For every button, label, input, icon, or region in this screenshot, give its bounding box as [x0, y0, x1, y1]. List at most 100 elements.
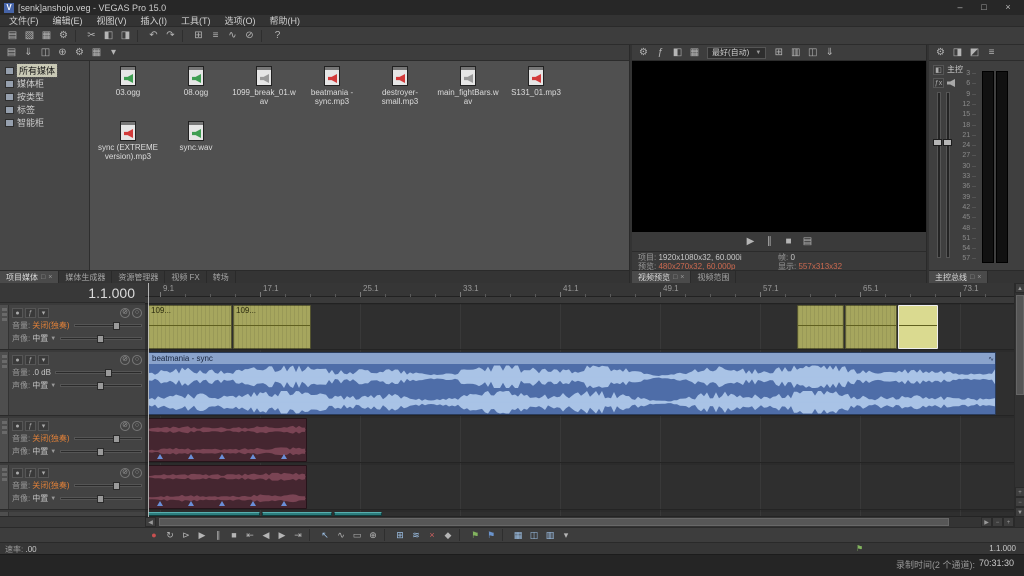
media-tab-1[interactable]: 项目媒体□× — [0, 271, 59, 283]
preview-menu-button[interactable]: ▤ — [799, 234, 816, 249]
trimmer-window-button[interactable]: ▥ — [542, 529, 558, 542]
envelope-point[interactable] — [188, 501, 194, 506]
timeline-event[interactable] — [262, 512, 332, 516]
volume-slider[interactable] — [74, 437, 142, 440]
preview-settings-button[interactable]: ⚙ — [635, 45, 652, 60]
track-solo-button[interactable]: ○ — [132, 308, 142, 318]
play-from-start-button[interactable]: ⊳ — [178, 529, 194, 542]
pan-slider[interactable] — [60, 450, 142, 453]
master-fader-thumb-right[interactable] — [943, 139, 952, 146]
media-file[interactable]: 03.ogg — [96, 66, 160, 97]
menu-item-2[interactable]: 编辑(E) — [46, 14, 90, 27]
envelope-point[interactable] — [219, 454, 225, 459]
enable-snapping-button[interactable]: ⊞ — [392, 529, 408, 542]
split-screen-view-button[interactable]: ◧ — [669, 45, 686, 60]
media-file[interactable]: S131_01.mp3 — [504, 66, 568, 97]
menu-item-3[interactable]: 视图(V) — [90, 14, 134, 27]
track-fx-icon[interactable]: ƒ — [25, 308, 36, 318]
zoom-edit-tool-button[interactable]: ⊕ — [365, 529, 381, 542]
dim-output-button[interactable]: ◩ — [966, 45, 983, 60]
event-fx-icon[interactable]: ∿ — [988, 354, 994, 364]
loop-playback-button[interactable]: ↻ — [162, 529, 178, 542]
marker-bar[interactable] — [145, 297, 1014, 304]
timeline-event[interactable] — [845, 305, 897, 349]
pan-slider-thumb[interactable] — [97, 495, 104, 503]
envelope-point[interactable] — [250, 454, 256, 459]
track-mute-button[interactable]: ⊘ — [120, 468, 130, 478]
close-icon[interactable]: × — [977, 274, 981, 281]
timeline-event[interactable] — [898, 305, 938, 349]
overlays-button[interactable]: ⊞ — [770, 45, 787, 60]
volume-slider-thumb[interactable] — [113, 435, 120, 443]
timeline-ruler[interactable]: 9.117.125.133.141.149.157.165.173.1 — [145, 283, 1014, 297]
track-arm-icon[interactable]: ● — [12, 421, 23, 431]
media-file[interactable]: 1099_break_01.wav — [232, 66, 296, 106]
preview-pause-button[interactable]: ∥ — [761, 234, 778, 249]
track-arm-icon[interactable]: ● — [12, 308, 23, 318]
vscrollbar-thumb[interactable] — [1016, 295, 1024, 395]
insert-region-button[interactable]: ⚑ — [483, 529, 499, 542]
ignore-event-grouping-button[interactable]: ⊘ — [241, 28, 258, 43]
envelope-point[interactable] — [188, 454, 194, 459]
envelope-point[interactable] — [157, 501, 163, 506]
bin-item-1[interactable]: 所有媒体 — [0, 64, 89, 77]
safe-areas-button[interactable]: ▥ — [787, 45, 804, 60]
hscrollbar-track[interactable] — [156, 517, 981, 527]
timeline-lanes[interactable]: 9.117.125.133.141.149.157.165.173.1 109.… — [145, 283, 1014, 517]
cut-button[interactable]: ✂ — [83, 28, 100, 43]
pan-slider[interactable] — [60, 497, 142, 500]
master-tab-1[interactable]: 主控总线□× — [929, 271, 988, 283]
lock-envelopes-button[interactable]: ◆ — [440, 529, 456, 542]
pan-slider-thumb[interactable] — [97, 382, 104, 390]
track-header-4[interactable]: ●ƒ▾⊘○音量:关闭(独奏)声像:中置▼ — [0, 465, 145, 510]
new-bin-button[interactable]: ▤ — [3, 45, 20, 60]
timeline-event[interactable]: beatmania - sync∿ — [148, 352, 996, 415]
save-project-button[interactable]: ▦ — [38, 28, 55, 43]
copy-button[interactable]: ◧ — [100, 28, 117, 43]
volume-slider[interactable] — [74, 324, 142, 327]
hscrollbar-thumb[interactable] — [159, 518, 949, 526]
track-lane-2[interactable]: beatmania - sync∿ — [145, 352, 1014, 416]
preview-quality-dropdown[interactable]: 最好(自动) ▼ — [707, 47, 766, 59]
maximize-button[interactable]: □ — [972, 1, 996, 15]
paste-button[interactable]: ◨ — [117, 28, 134, 43]
float-window-icon[interactable]: □ — [970, 274, 974, 281]
downmix-output-button[interactable]: ◨ — [949, 45, 966, 60]
track-grip[interactable] — [0, 465, 9, 509]
track-header-3[interactable]: ●ƒ▾⊘○音量:关闭(独奏)声像:中置▼ — [0, 418, 145, 463]
meter-options-button[interactable]: ≡ — [983, 45, 1000, 60]
timeline-event[interactable] — [148, 465, 307, 509]
media-file[interactable]: main_fightBars.wav — [436, 66, 500, 106]
previous-frame-button[interactable]: ◀ — [258, 529, 274, 542]
track-mute-button[interactable]: ⊘ — [120, 355, 130, 365]
scroll-right-button[interactable]: ▶ — [981, 517, 992, 527]
preview-tab-1[interactable]: 视频预览□× — [632, 271, 691, 283]
media-tab-4[interactable]: 视频 FX — [165, 271, 206, 283]
menu-item-6[interactable]: 选项(O) — [218, 14, 263, 27]
zoom-out-button[interactable]: − — [992, 517, 1003, 527]
timeline-event[interactable] — [797, 305, 844, 349]
menu-item-7[interactable]: 帮助(H) — [263, 14, 308, 27]
preview-quality-button[interactable]: ▦ — [686, 45, 703, 60]
get-media-button[interactable]: ⊕ — [54, 45, 71, 60]
media-file[interactable]: destroyer-small.mp3 — [368, 66, 432, 106]
envelope-point[interactable] — [157, 454, 163, 459]
pan-slider[interactable] — [60, 384, 142, 387]
copy-snapshot-button[interactable]: ◫ — [804, 45, 821, 60]
media-tab-5[interactable]: 转场 — [207, 271, 236, 283]
capture-video-button[interactable]: ◫ — [37, 45, 54, 60]
track-grip[interactable] — [0, 305, 9, 349]
envelope-point[interactable] — [281, 501, 287, 506]
volume-slider-thumb[interactable] — [113, 482, 120, 490]
close-icon[interactable]: × — [48, 274, 52, 281]
track-fx-icon[interactable]: ƒ — [25, 468, 36, 478]
envelope-point[interactable] — [219, 501, 225, 506]
timeline-event[interactable]: 109... — [148, 305, 232, 349]
insert-marker-button[interactable]: ⚑ — [467, 529, 483, 542]
track-automation-icon[interactable]: ▾ — [38, 308, 49, 318]
timeline-event[interactable] — [148, 512, 260, 516]
menu-item-5[interactable]: 工具(T) — [174, 14, 218, 27]
track-zoom-in-button[interactable]: + — [1015, 487, 1024, 497]
track-zoom-out-button[interactable]: − — [1015, 497, 1024, 507]
open-project-button[interactable]: ▧ — [21, 28, 38, 43]
